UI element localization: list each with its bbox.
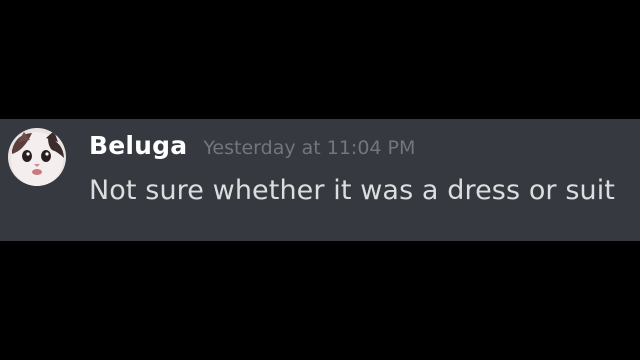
cat-avatar-icon[interactable] bbox=[8, 128, 66, 186]
video-frame: Beluga Yesterday at 11:04 PM Not sure wh… bbox=[0, 0, 640, 360]
message-header: Beluga Yesterday at 11:04 PM bbox=[89, 131, 415, 160]
username[interactable]: Beluga bbox=[89, 131, 187, 160]
message-timestamp: Yesterday at 11:04 PM bbox=[203, 137, 416, 159]
chat-message: Beluga Yesterday at 11:04 PM Not sure wh… bbox=[0, 119, 640, 241]
message-text: Not sure whether it was a dress or suit bbox=[89, 175, 615, 206]
